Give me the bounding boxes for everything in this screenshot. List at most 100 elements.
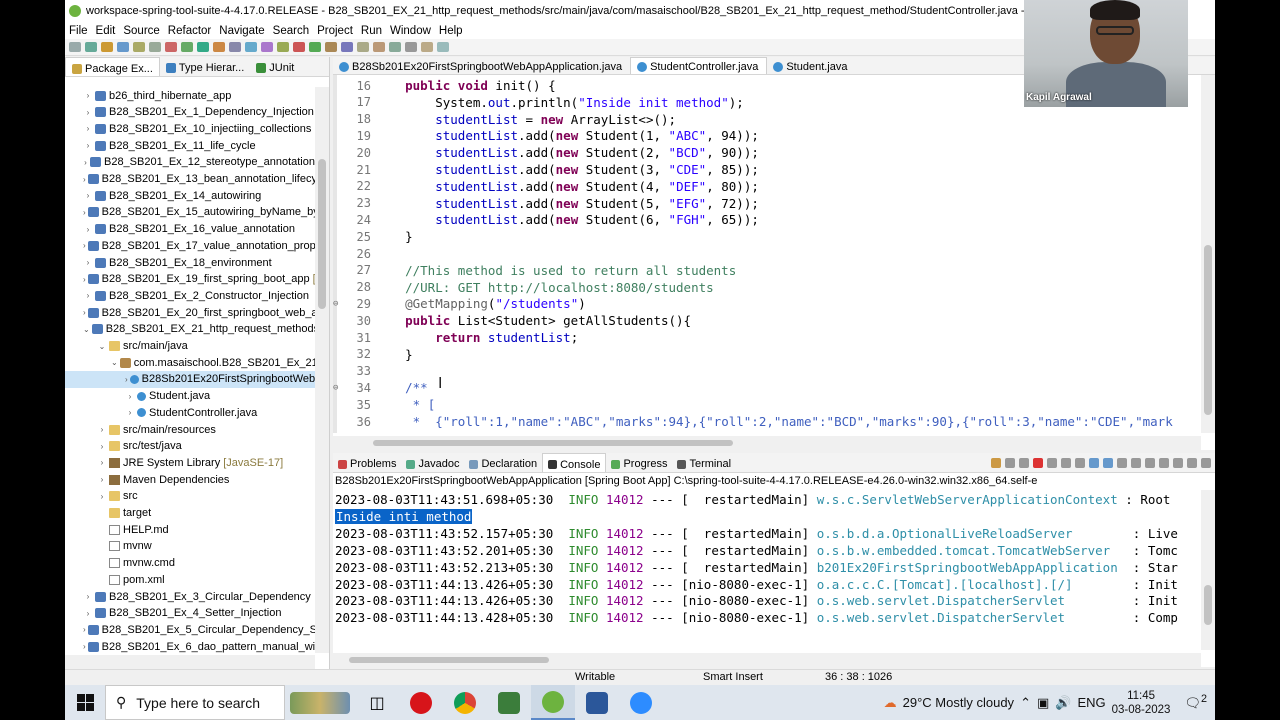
console-tool-8-icon[interactable] [1089, 458, 1099, 468]
console-tool-16-icon[interactable] [1201, 458, 1211, 468]
console-tab-console[interactable]: Console [542, 453, 607, 472]
chevron-right-icon[interactable]: › [83, 141, 93, 150]
chevron-right-icon[interactable]: › [83, 241, 86, 250]
tree-item[interactable]: › B28_SB201_Ex_3_Circular_Dependency [65, 588, 315, 605]
tree-item[interactable]: › B28_SB201_Ex_16_value_annotation [65, 221, 315, 238]
console-tab-problems[interactable]: Problems [333, 453, 401, 472]
console-tool-3-icon[interactable] [1019, 458, 1029, 468]
console-tool-10-icon[interactable] [1117, 458, 1127, 468]
weather-icon[interactable]: ☁ [884, 695, 897, 711]
chevron-right-icon[interactable]: › [97, 425, 107, 434]
menu-refactor[interactable]: Refactor [168, 25, 211, 37]
tree-item[interactable]: › B28_SB201_Ex_11_life_cycle [65, 137, 315, 154]
console-tool-12-icon[interactable] [1145, 458, 1155, 468]
console-tool-13-icon[interactable] [1159, 458, 1169, 468]
task-view-icon[interactable]: ◫ [355, 685, 399, 720]
console-tool-6-icon[interactable] [1061, 458, 1071, 468]
toolbar-button-4-icon[interactable] [117, 42, 129, 52]
chevron-right-icon[interactable]: › [97, 492, 107, 501]
menu-navigate[interactable]: Navigate [219, 25, 264, 37]
console-tool-2-icon[interactable] [1005, 458, 1015, 468]
tree-vertical-scrollbar[interactable] [315, 87, 329, 653]
code-area[interactable]: 16 public void init() {17 System. out .pri… [333, 75, 1201, 433]
toolbar-button-16-icon[interactable] [309, 42, 321, 52]
console-horizontal-scrollbar[interactable] [333, 653, 1201, 667]
fold-toggle-icon[interactable]: ⊖ [333, 299, 343, 309]
opera-icon[interactable] [399, 685, 443, 720]
toolbar-button-23-icon[interactable] [421, 42, 433, 52]
tree-item[interactable]: › src [65, 488, 315, 505]
menu-search[interactable]: Search [273, 25, 309, 37]
chevron-right-icon[interactable]: › [83, 208, 86, 217]
chevron-right-icon[interactable]: › [125, 392, 135, 401]
menu-source[interactable]: Source [123, 25, 159, 37]
console-tool-7-icon[interactable] [1075, 458, 1085, 468]
toolbar-button-14-icon[interactable] [277, 42, 289, 52]
left-tab-3[interactable]: JUnit [250, 57, 300, 76]
tree-item[interactable]: › b26_third_hibernate_app [65, 87, 315, 104]
tree-item[interactable]: › Student.java [65, 388, 315, 405]
chevron-right-icon[interactable]: › [83, 91, 93, 100]
weather-text[interactable]: 29°C Mostly cloudy [903, 695, 1014, 710]
tree-horizontal-scrollbar[interactable] [65, 655, 315, 669]
menu-project[interactable]: Project [317, 25, 353, 37]
tree-item[interactable]: › B28_SB201_Ex_10_injectiing_collections [65, 120, 315, 137]
console-tool-15-icon[interactable] [1187, 458, 1197, 468]
tree-item[interactable]: target [65, 505, 315, 522]
chevron-right-icon[interactable]: › [97, 475, 107, 484]
tree-item[interactable]: › JRE System Library [JavaSE-17] [65, 454, 315, 471]
network-icon[interactable]: ▣ [1037, 695, 1049, 711]
chevron-right-icon[interactable]: › [97, 442, 107, 451]
menu-run[interactable]: Run [361, 25, 382, 37]
tree-item[interactable]: › B28_SB201_Ex_5_Circular_Dependency_Solu… [65, 621, 315, 638]
chevron-right-icon[interactable]: › [83, 609, 93, 618]
chevron-right-icon[interactable]: › [83, 158, 88, 167]
chevron-right-icon[interactable]: › [83, 592, 93, 601]
tree-item[interactable]: › B28_SB201_Ex_20_first_springboot_web_ap… [65, 304, 315, 321]
volume-icon[interactable]: 🔊 [1055, 695, 1071, 711]
chevron-right-icon[interactable]: › [83, 191, 93, 200]
toolbar-button-17-icon[interactable] [325, 42, 337, 52]
toolbar-button-12-icon[interactable] [245, 42, 257, 52]
editor-tab-3[interactable]: Student.java [767, 57, 855, 74]
console-tool-14-icon[interactable] [1173, 458, 1183, 468]
toolbar-button-19-icon[interactable] [357, 42, 369, 52]
editor-tab-2[interactable]: StudentController.java [630, 57, 768, 74]
menu-file[interactable]: File [69, 25, 88, 37]
tree-item[interactable]: mvnw [65, 538, 315, 555]
console-tool-4-icon[interactable] [1033, 458, 1043, 468]
console-tool-5-icon[interactable] [1047, 458, 1057, 468]
tree-item[interactable]: › B28_SB201_Ex_12_stereotype_annotation [65, 154, 315, 171]
console-tool-9-icon[interactable] [1103, 458, 1113, 468]
toolbar-button-5-icon[interactable] [133, 42, 145, 52]
zoom-icon[interactable] [619, 685, 663, 720]
toolbar-button-10-icon[interactable] [213, 42, 225, 52]
editor-tab-1[interactable]: B28Sb201Ex20FirstSpringbootWebAppApplica… [333, 57, 630, 74]
menu-help[interactable]: Help [439, 25, 463, 37]
chevron-right-icon[interactable]: › [83, 625, 86, 634]
taskbar-search[interactable]: ⚲ Type here to search [105, 685, 285, 720]
tree-item[interactable]: › B28_SB201_Ex_2_Constructor_Injection [65, 287, 315, 304]
tree-item[interactable]: ⌄ src/main/java [65, 338, 315, 355]
chevron-right-icon[interactable]: › [83, 258, 93, 267]
chevron-right-icon[interactable]: › [125, 375, 128, 384]
tree-item[interactable]: › B28_SB201_Ex_1_Dependency_Injection [65, 104, 315, 121]
notification-icon[interactable]: 🗨2 [1184, 693, 1207, 711]
toolbar-button-11-icon[interactable] [229, 42, 241, 52]
toolbar-button-18-icon[interactable] [341, 42, 353, 52]
toolbar-button-6-icon[interactable] [149, 42, 161, 52]
console-tab-javadoc[interactable]: Javadoc [401, 453, 464, 472]
tree-item[interactable]: › B28_SB201_Ex_17_value_annotation_proper… [65, 237, 315, 254]
tree-item[interactable]: › StudentController.java [65, 404, 315, 421]
chevron-right-icon[interactable]: › [83, 225, 93, 234]
spring-tool-suite-taskbar-icon[interactable] [531, 685, 575, 720]
console-tool-11-icon[interactable] [1131, 458, 1141, 468]
word-icon[interactable] [575, 685, 619, 720]
menu-window[interactable]: Window [390, 25, 431, 37]
toolbar-button-2-icon[interactable] [85, 42, 97, 52]
toolbar-button-21-icon[interactable] [389, 42, 401, 52]
tree-item[interactable]: ⌄ com.masaischool.B28_SB201_Ex_21_h [65, 354, 315, 371]
console-tab-progress[interactable]: Progress [606, 453, 672, 472]
chevron-right-icon[interactable]: › [125, 408, 135, 417]
chevron-right-icon[interactable]: › [83, 275, 86, 284]
